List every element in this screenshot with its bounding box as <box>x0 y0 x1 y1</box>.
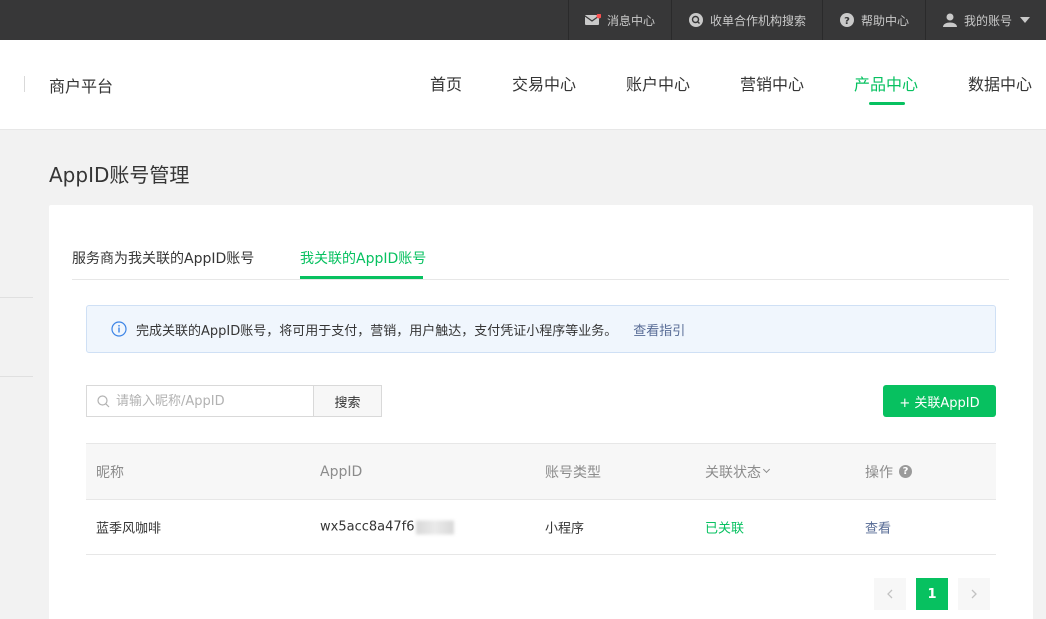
nav-home[interactable]: 首页 <box>430 71 462 95</box>
nav-account[interactable]: 账户中心 <box>626 71 690 95</box>
mail-icon <box>584 12 601 28</box>
info-notice: 完成关联的AppID账号，将可用于支付，营销，用户触达，支付凭证小程序等业务。 … <box>86 305 996 353</box>
question-icon: ? <box>839 12 855 28</box>
notice-text: 完成关联的AppID账号，将可用于支付，营销，用户触达，支付凭证小程序等业务。 <box>136 323 618 339</box>
page-button-current[interactable]: 1 <box>916 578 948 610</box>
search-field <box>86 385 313 417</box>
info-icon <box>111 321 127 337</box>
messages-label: 消息中心 <box>606 13 655 28</box>
partner-search-link[interactable]: 收单合作机构搜索 <box>670 0 822 40</box>
prev-page-button[interactable] <box>874 578 906 610</box>
tab-bar: 服务商为我关联的AppID账号 我关联的AppID账号 <box>72 205 1009 280</box>
col-appid: AppID <box>320 463 363 480</box>
pagination: 1 <box>874 578 990 610</box>
partner-search-label: 收单合作机构搜索 <box>709 13 806 28</box>
table-row: 蓝季风咖啡 wx5acc8a47f6 小程序 已关联 查看 <box>86 500 996 555</box>
chevron-left-icon <box>887 589 893 599</box>
sidebar-divider <box>0 376 33 377</box>
col-type: 账号类型 <box>545 464 601 481</box>
nav-data[interactable]: 数据中心 <box>968 71 1032 95</box>
nav-product[interactable]: 产品中心 <box>854 71 918 95</box>
chevron-down-icon <box>762 465 771 474</box>
main-nav: 首页 交易中心 账户中心 营销中心 产品中心 数据中心 <box>0 40 1046 130</box>
tab-my-linked[interactable]: 我关联的AppID账号 <box>300 248 426 268</box>
nav-trade[interactable]: 交易中心 <box>512 71 576 95</box>
col-status-label: 关联状态 <box>705 464 761 481</box>
search-circle-icon <box>688 12 704 28</box>
top-bar: 消息中心 收单合作机构搜索 ? 帮助中心 我的账号 <box>0 0 1046 40</box>
tab-provider-linked[interactable]: 服务商为我关联的AppID账号 <box>72 248 254 268</box>
row-type: 小程序 <box>545 521 585 537</box>
row-status: 已关联 <box>705 521 745 537</box>
messages-link[interactable]: 消息中心 <box>567 0 671 40</box>
row-nickname: 蓝季风咖啡 <box>96 521 162 537</box>
nav-marketing[interactable]: 营销中心 <box>740 71 804 95</box>
appid-table: 昵称 AppID 账号类型 关联状态 操作 ? 蓝季风咖啡 wx5acc8a47… <box>86 443 996 555</box>
guide-link[interactable]: 查看指引 <box>633 320 685 339</box>
col-action: 操作 ? <box>865 462 912 482</box>
svg-text:?: ? <box>844 16 850 27</box>
next-page-button[interactable] <box>958 578 990 610</box>
add-appid-button[interactable]: + 关联AppID <box>883 385 996 417</box>
content-panel: 服务商为我关联的AppID账号 我关联的AppID账号 完成关联的AppID账号… <box>49 205 1033 619</box>
redacted-mask <box>415 520 454 534</box>
search-button[interactable]: 搜索 <box>313 385 382 417</box>
col-action-label: 操作 <box>865 464 893 481</box>
help-link[interactable]: ? 帮助中心 <box>821 0 925 40</box>
col-nickname: 昵称 <box>96 464 124 481</box>
chevron-right-icon <box>971 589 977 599</box>
account-label: 我的账号 <box>963 13 1012 28</box>
help-icon[interactable]: ? <box>899 465 912 478</box>
user-icon <box>942 12 958 28</box>
sidebar-divider <box>0 297 33 298</box>
search-input[interactable] <box>116 393 306 409</box>
help-label: 帮助中心 <box>860 13 909 28</box>
chevron-down-icon <box>1020 17 1030 23</box>
tab-active-underline <box>300 276 423 279</box>
page-title: AppID账号管理 <box>49 163 190 187</box>
col-status[interactable]: 关联状态 <box>705 462 771 482</box>
row-view-link[interactable]: 查看 <box>865 518 891 537</box>
account-menu[interactable]: 我的账号 <box>924 0 1046 40</box>
search-icon <box>97 394 110 407</box>
row-appid-cell: wx5acc8a47f6 <box>320 520 454 535</box>
row-appid: wx5acc8a47f6 <box>320 519 415 535</box>
table-header: 昵称 AppID 账号类型 关联状态 操作 ? <box>86 443 996 500</box>
main-header: 商户平台 首页 交易中心 账户中心 营销中心 产品中心 数据中心 <box>0 40 1046 130</box>
nav-active-underline <box>869 102 905 105</box>
search-bar: 搜索 <box>86 385 382 417</box>
